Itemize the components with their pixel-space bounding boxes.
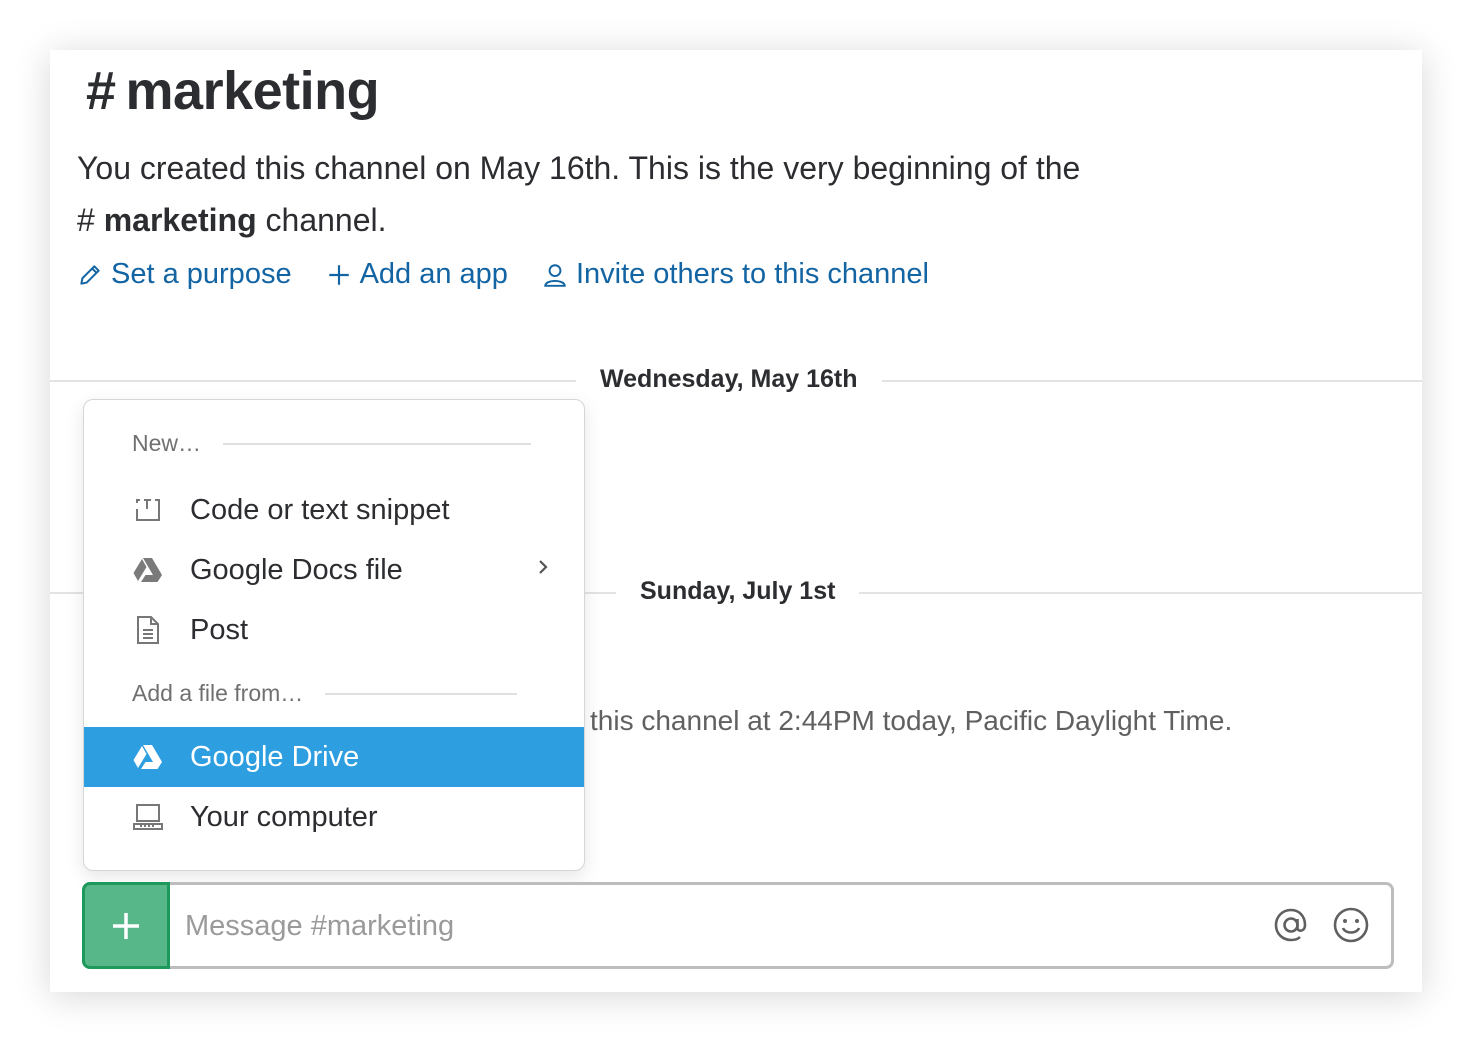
menu-item-label: Google Drive xyxy=(190,740,360,773)
menu-heading-rule xyxy=(325,692,518,695)
channel-intro: You created this channel on May 16th. Th… xyxy=(77,142,1197,246)
emoji-icon[interactable] xyxy=(1331,905,1371,945)
menu-item-your-computer[interactable]: Your computer xyxy=(84,787,584,847)
invite-others-link[interactable]: Invite others to this channel xyxy=(542,258,929,291)
google-drive-icon xyxy=(132,554,164,586)
menu-item-label: Post xyxy=(190,613,249,646)
menu-item-google-drive[interactable]: Google Drive xyxy=(84,727,584,787)
menu-item-label: Your computer xyxy=(190,800,378,833)
laptop-icon xyxy=(132,801,164,833)
date-label-july-1: Sunday, July 1st xyxy=(616,577,860,606)
channel-window: # marketing You created this channel on M… xyxy=(50,50,1422,992)
pencil-icon xyxy=(80,264,100,285)
channel-actions: Set a purpose Add an app Invite others t… xyxy=(77,258,929,291)
menu-item-google-docs[interactable]: Google Docs file xyxy=(84,540,584,600)
google-drive-icon xyxy=(132,741,164,773)
menu-item-label: Code or text snippet xyxy=(190,493,450,526)
menu-item-label: Google Docs file xyxy=(190,553,403,586)
chevron-right-icon xyxy=(539,560,548,574)
message-text: this channel at 2:44PM today, Pacific Da… xyxy=(590,705,1233,736)
intro-hash: # xyxy=(77,202,95,238)
menu-heading-add-file-label: Add a file from… xyxy=(132,680,304,706)
menu-heading-new-label: New… xyxy=(132,430,202,456)
date-label-may-16: Wednesday, May 16th xyxy=(576,365,882,394)
menu-heading-rule xyxy=(223,442,532,445)
menu-item-code-snippet[interactable]: Code or text snippet xyxy=(84,480,584,540)
message-composer xyxy=(82,882,1394,969)
menu-heading-add-file: Add a file from… xyxy=(132,680,518,707)
add-app-link[interactable]: Add an app xyxy=(326,258,508,291)
plus-icon xyxy=(328,264,349,285)
add-app-label: Add an app xyxy=(359,258,508,290)
person-icon xyxy=(544,263,566,287)
document-icon xyxy=(132,614,164,646)
menu-heading-new: New… xyxy=(132,430,532,457)
channel-title: # marketing xyxy=(86,60,380,122)
intro-suffix: channel. xyxy=(256,202,387,238)
plus-icon xyxy=(113,912,139,939)
add-attachment-button[interactable] xyxy=(82,882,170,969)
channel-name: marketing xyxy=(125,61,380,121)
mention-icon[interactable] xyxy=(1271,905,1311,945)
intro-text: You created this channel on May 16th. Th… xyxy=(77,150,1081,186)
set-purpose-link[interactable]: Set a purpose xyxy=(77,258,292,291)
snippet-icon xyxy=(132,494,164,526)
invite-others-label: Invite others to this channel xyxy=(575,258,929,290)
menu-item-post[interactable]: Post xyxy=(84,600,584,660)
add-content-menu: New… Code or text snippet Google Docs fi… xyxy=(83,399,585,871)
set-purpose-label: Set a purpose xyxy=(111,258,292,290)
intro-channel-name: marketing xyxy=(103,202,257,238)
message-input[interactable] xyxy=(185,899,1245,953)
channel-hash: # xyxy=(86,61,116,121)
